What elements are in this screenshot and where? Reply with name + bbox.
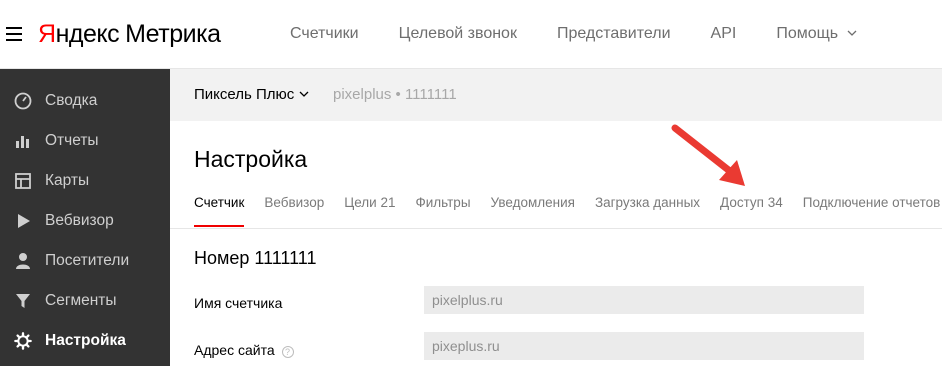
sidebar-item-segments[interactable]: Сегменты (0, 282, 170, 320)
counter-name-label: Имя счетчика (194, 295, 283, 311)
sidebar-item-summary[interactable]: Сводка (0, 82, 170, 120)
sidebar-item-settings[interactable]: Настройка (0, 322, 170, 360)
counter-name: Пиксель Плюс (194, 86, 295, 103)
tab-data-upload[interactable]: Загрузка данных (595, 195, 700, 210)
play-icon (14, 212, 32, 230)
sidebar-item-label: Карты (45, 172, 90, 189)
sidebar-item-webvisor[interactable]: Вебвизор (0, 202, 170, 240)
settings-tabs: Счетчик Вебвизор Цели 21 Фильтры Уведомл… (194, 195, 941, 227)
bar-chart-icon (14, 132, 32, 150)
site-address-field[interactable] (424, 332, 864, 360)
gauge-icon (14, 92, 32, 110)
tab-report-connection[interactable]: Подключение отчетов (803, 195, 941, 210)
sidebar-item-maps[interactable]: Карты (0, 162, 170, 200)
tabs-divider (170, 228, 942, 229)
nav-help-label: Помощь (776, 25, 839, 42)
funnel-icon (14, 292, 32, 310)
sidebar-item-visitors[interactable]: Посетители (0, 242, 170, 280)
nav-counters[interactable]: Счетчики (290, 25, 359, 43)
counter-selector[interactable]: Пиксель Плюс (194, 86, 309, 103)
counter-name-field[interactable] (424, 286, 864, 314)
logo-brand-rest: ндекс (55, 20, 120, 48)
logo[interactable]: Яндекс Метрика (38, 20, 221, 49)
tab-webvisor[interactable]: Вебвизор (264, 195, 324, 210)
top-nav: Счетчики Целевой звонок Представители AP… (290, 25, 857, 43)
page-title: Настройка (194, 146, 308, 172)
annotation-arrow-icon (671, 124, 745, 186)
gear-icon (14, 332, 32, 350)
sidebar-item-label: Посетители (45, 252, 130, 269)
nav-target-call[interactable]: Целевой звонок (399, 25, 517, 43)
sidebar-item-label: Сегменты (45, 292, 117, 309)
tab-goals[interactable]: Цели 21 (344, 195, 395, 210)
tab-counter[interactable]: Счетчик (194, 195, 245, 227)
sidebar-item-label: Настройка (45, 332, 126, 349)
menu-icon[interactable] (6, 27, 22, 41)
chevron-down-icon (299, 91, 309, 97)
map-icon (14, 172, 32, 190)
user-icon (14, 252, 32, 270)
sidebar-item-reports[interactable]: Отчеты (0, 122, 170, 160)
counter-info: pixelplus • 1111111 (333, 86, 457, 103)
sidebar: Сводка Отчеты Карты Вебвизор Посетители … (0, 69, 170, 366)
site-address-label: Адрес сайта (194, 342, 275, 358)
sidebar-item-label: Отчеты (45, 132, 99, 149)
tab-notifications[interactable]: Уведомления (491, 195, 575, 210)
tab-access[interactable]: Доступ 34 (720, 195, 783, 210)
site-address-label-row: Адрес сайта ? (194, 342, 294, 358)
chevron-down-icon (847, 30, 857, 36)
sidebar-item-label: Вебвизор (45, 212, 114, 229)
logo-brand-first: Я (38, 20, 56, 48)
tab-filters[interactable]: Фильтры (415, 195, 470, 210)
nav-representatives[interactable]: Представители (557, 25, 671, 43)
logo-product: Метрика (125, 20, 221, 48)
section-title: Номер 1111111 (194, 248, 317, 268)
help-icon[interactable]: ? (281, 346, 294, 358)
top-bar: Яндекс Метрика Счетчики Целевой звонок Пр… (0, 0, 942, 69)
nav-api[interactable]: API (711, 25, 737, 43)
counter-bar: Пиксель Плюс pixelplus • 1111111 (170, 69, 942, 121)
sidebar-item-label: Сводка (45, 92, 98, 109)
nav-help[interactable]: Помощь (776, 25, 857, 43)
